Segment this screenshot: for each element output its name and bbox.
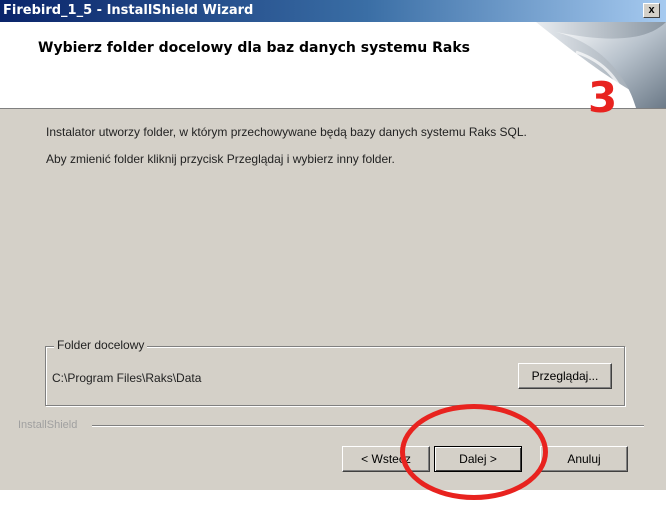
destination-folder-group: Folder docelowy C:\Program Files\Raks\Da… — [45, 338, 625, 406]
description-line-2: Aby zmienić folder kliknij przycisk Prze… — [46, 152, 395, 166]
footer-separator — [92, 425, 644, 427]
back-button[interactable]: < Wstecz — [342, 446, 430, 472]
close-button[interactable]: x — [643, 3, 660, 18]
description-line-1: Instalator utworzy folder, w którym prze… — [46, 125, 527, 139]
step-number-annotation: 3 — [588, 73, 618, 122]
installshield-brand: InstallShield — [18, 419, 78, 431]
folder-path: C:\Program Files\Raks\Data — [52, 371, 202, 385]
page-title: Wybierz folder docelowy dla baz danych s… — [38, 40, 471, 56]
cancel-button[interactable]: Anuluj — [540, 446, 628, 472]
window-title: Firebird_1_5 - InstallShield Wizard — [3, 3, 254, 18]
title-bar[interactable]: Firebird_1_5 - InstallShield Wizard x — [0, 0, 666, 22]
wizard-header: Wybierz folder docelowy dla baz danych s… — [0, 22, 666, 119]
next-button[interactable]: Dalej > — [434, 446, 522, 472]
installer-window: Firebird_1_5 - InstallShield Wizard x Wy… — [0, 0, 666, 490]
browse-button[interactable]: Przeglądaj... — [518, 363, 612, 389]
group-label: Folder docelowy — [54, 338, 148, 352]
